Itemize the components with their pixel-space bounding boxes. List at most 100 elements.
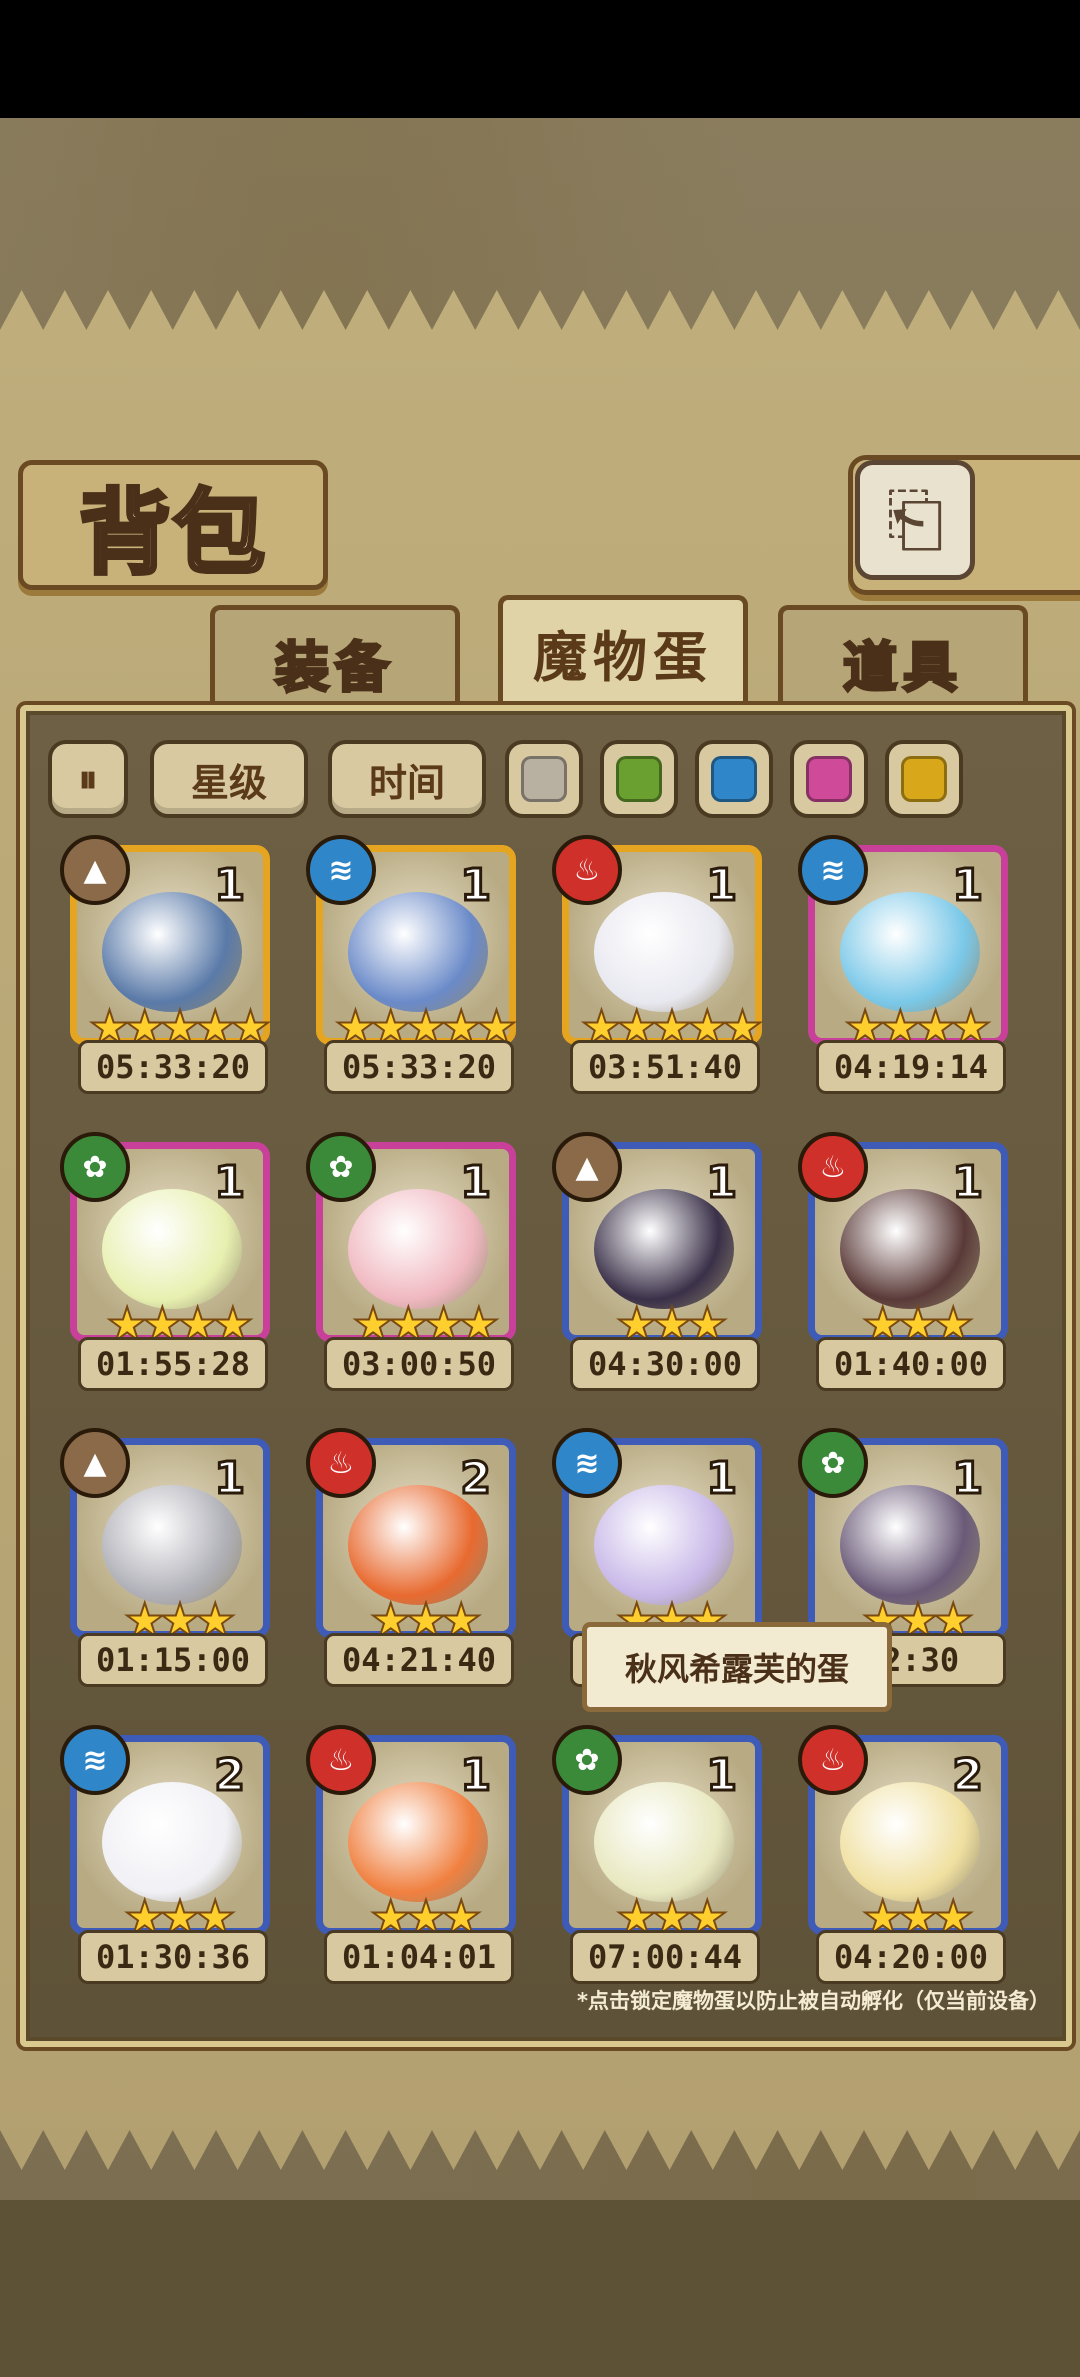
egg-slot[interactable]: 1 ★★★ ▲ 01:15:00 [60, 1428, 270, 1688]
hatch-timer: 03:00:50 [324, 1337, 514, 1391]
tab-label: 魔物蛋 [533, 625, 713, 689]
egg-name-tooltip: 秋风希露芙的蛋 [582, 1622, 892, 1712]
hatch-timer-text: 05:33:20 [341, 1048, 497, 1086]
hatch-timer: 01:55:28 [78, 1337, 268, 1391]
map-background-bottom [0, 2200, 1080, 2377]
hatch-timer-text: 04:19:14 [833, 1048, 989, 1086]
wood-element-icon: ✿ [798, 1428, 868, 1498]
rarity-filter-white[interactable] [505, 740, 583, 818]
back-button[interactable]: ⎗ [855, 460, 975, 580]
egg-count: 1 [213, 1156, 247, 1210]
rarity-swatch [616, 756, 662, 802]
egg-count: 2 [459, 1452, 493, 1506]
hatch-timer: 03:51:40 [570, 1040, 760, 1094]
egg-slot[interactable]: 2 ★★★ ≋ 01:30:36 [60, 1725, 270, 1985]
egg-slot[interactable]: 2 ★★★ ♨ 04:20:00 [798, 1725, 1008, 1985]
egg-slot[interactable]: 1 ★★★★★ ♨ 03:51:40 [552, 835, 764, 1095]
rarity-swatch [901, 756, 947, 802]
egg-slot[interactable]: 1 ★★★ ✿ 07:00:44 [552, 1725, 762, 1985]
fire-element-icon: ♨ [552, 835, 622, 905]
tab-label: 道具 [842, 634, 963, 701]
earth-element-icon: ▲ [60, 835, 130, 905]
tab-monster-eggs[interactable]: 魔物蛋 [498, 595, 748, 705]
wood-element-icon: ✿ [552, 1725, 622, 1795]
egg-slot[interactable]: 1 ★★★ ▲ 04:30:00 [552, 1132, 762, 1392]
tab-label: 装备 [274, 634, 395, 701]
sort-time-label: 时间 [368, 759, 445, 805]
fire-element-icon: ♨ [798, 1725, 868, 1795]
egg-slot[interactable]: 1 ★★★★ ≋ 04:19:14 [798, 835, 1008, 1095]
earth-element-icon: ▲ [60, 1428, 130, 1498]
tab-equipment[interactable]: 装备 [210, 605, 460, 715]
sort-order-button[interactable]: ⏸ [48, 740, 128, 818]
hatch-timer-text: 04:21:40 [341, 1641, 497, 1679]
egg-slot[interactable]: 1 ★★★★ ✿ 01:55:28 [60, 1132, 270, 1392]
sort-toggle-icon: ⏸ [78, 756, 98, 801]
rarity-swatch [806, 756, 852, 802]
hatch-timer: 04:19:14 [816, 1040, 1006, 1094]
egg-count: 1 [705, 1156, 739, 1210]
hatch-timer: 01:40:00 [816, 1337, 1006, 1391]
egg-count: 1 [213, 1452, 247, 1506]
fire-element-icon: ♨ [306, 1428, 376, 1498]
status-bar [0, 0, 1080, 118]
tab-items[interactable]: 道具 [778, 605, 1028, 715]
earth-element-icon: ▲ [552, 1132, 622, 1202]
egg-count: 1 [951, 1156, 985, 1210]
water-element-icon: ≋ [60, 1725, 130, 1795]
rarity-filter-blue[interactable] [695, 740, 773, 818]
hatch-timer: 04:30:00 [570, 1337, 760, 1391]
egg-count: 1 [951, 1452, 985, 1506]
wood-element-icon: ✿ [60, 1132, 130, 1202]
back-icon: ⎗ [886, 477, 944, 561]
egg-count: 1 [213, 859, 247, 913]
hatch-timer-text: 01:30:36 [95, 1938, 251, 1976]
rarity-swatch [521, 756, 567, 802]
hatch-timer-text: 01:04:01 [341, 1938, 497, 1976]
rarity-filter-green[interactable] [600, 740, 678, 818]
egg-count: 1 [705, 859, 739, 913]
egg-count: 2 [213, 1749, 247, 1803]
hatch-timer: 01:15:00 [78, 1633, 268, 1687]
rarity-filter-gold[interactable] [885, 740, 963, 818]
egg-count: 1 [705, 1452, 739, 1506]
hatch-timer-text: 03:00:50 [341, 1345, 497, 1383]
hatch-timer: 05:33:20 [78, 1040, 268, 1094]
water-element-icon: ≋ [306, 835, 376, 905]
hatch-timer-text: 05:33:20 [95, 1048, 251, 1086]
hatch-timer-text: 04:30:00 [587, 1345, 743, 1383]
hatch-timer: 05:33:20 [324, 1040, 514, 1094]
egg-slot[interactable]: 1 ★★★★★ ≋ 05:33:20 [306, 835, 518, 1095]
fire-element-icon: ♨ [798, 1132, 868, 1202]
sort-by-star-button[interactable]: 星级 [150, 740, 308, 818]
hatch-timer-text: 01:55:28 [95, 1345, 251, 1383]
wood-element-icon: ✿ [306, 1132, 376, 1202]
egg-count: 1 [459, 1749, 493, 1803]
egg-slot[interactable]: 2 ★★★ ♨ 04:21:40 [306, 1428, 516, 1688]
hatch-timer: 04:20:00 [816, 1930, 1006, 1984]
sort-by-time-button[interactable]: 时间 [328, 740, 486, 818]
hatch-timer: 01:04:01 [324, 1930, 514, 1984]
egg-slot[interactable]: 1 ★★★ ♨ 01:04:01 [306, 1725, 516, 1985]
rarity-swatch [711, 756, 757, 802]
title-plate: 背包 [18, 460, 328, 590]
sort-star-label: 星级 [190, 759, 267, 805]
hatch-timer: 07:00:44 [570, 1930, 760, 1984]
hatch-timer: 01:30:36 [78, 1930, 268, 1984]
egg-slot[interactable]: 1 ★★★★★ ▲ 05:33:20 [60, 835, 272, 1095]
rarity-filter-purple[interactable] [790, 740, 868, 818]
fire-element-icon: ♨ [306, 1725, 376, 1795]
hatch-timer-text: 04:20:00 [833, 1938, 989, 1976]
hatch-timer-text: 07:00:44 [587, 1938, 743, 1976]
egg-count: 1 [705, 1749, 739, 1803]
hatch-timer-text: 01:40:00 [833, 1345, 989, 1383]
water-element-icon: ≋ [552, 1428, 622, 1498]
hatch-timer-text: 03:51:40 [587, 1048, 743, 1086]
water-element-icon: ≋ [798, 835, 868, 905]
egg-slot[interactable]: 1 ★★★ ♨ 01:40:00 [798, 1132, 1008, 1392]
egg-count: 1 [459, 1156, 493, 1210]
egg-count: 1 [459, 859, 493, 913]
egg-count: 1 [951, 859, 985, 913]
egg-count: 2 [951, 1749, 985, 1803]
egg-slot[interactable]: 1 ★★★★ ✿ 03:00:50 [306, 1132, 516, 1392]
